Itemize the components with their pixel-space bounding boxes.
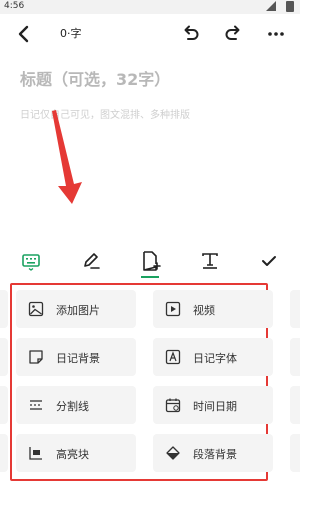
panel-edge xyxy=(290,338,300,376)
note-background-label: 日记背景 xyxy=(56,352,100,365)
pen-tool[interactable] xyxy=(78,248,104,274)
datetime-button[interactable]: 时间日期 xyxy=(153,386,273,424)
active-tab-indicator xyxy=(141,276,159,278)
undo-icon xyxy=(184,25,199,40)
divider-button[interactable]: 分割线 xyxy=(16,386,136,424)
keyboard-tool[interactable] xyxy=(18,248,44,274)
highlight-block-icon xyxy=(29,447,42,460)
signal-icon xyxy=(266,1,276,11)
font-icon xyxy=(165,349,181,365)
undo-button[interactable] xyxy=(178,22,202,46)
highlight-block-button[interactable]: 高亮块 xyxy=(16,434,136,472)
battery-icon xyxy=(286,1,294,12)
note-background-icon xyxy=(29,350,43,364)
done-button[interactable] xyxy=(256,248,282,274)
more-button[interactable] xyxy=(264,22,288,46)
calendar-icon xyxy=(165,398,181,413)
panel-edge xyxy=(0,290,8,328)
note-font-button[interactable]: 日记字体 xyxy=(153,338,273,376)
video-icon xyxy=(165,301,181,317)
check-icon xyxy=(262,256,276,266)
panel-edge xyxy=(0,386,8,424)
panel-edge xyxy=(290,434,300,472)
datetime-label: 时间日期 xyxy=(193,400,237,413)
top-bar: 0·字 xyxy=(0,14,300,54)
pen-icon xyxy=(84,253,100,269)
insert-tool[interactable] xyxy=(137,248,163,274)
paragraph-background-icon xyxy=(166,446,180,460)
paragraph-background-button[interactable]: 段落背景 xyxy=(153,434,273,472)
word-count: 0·字 xyxy=(60,27,82,40)
panel-edge xyxy=(0,338,8,376)
panel-edge xyxy=(290,386,300,424)
chevron-left-icon xyxy=(18,25,29,43)
title-input[interactable]: 标题（可选，32字） xyxy=(20,66,170,90)
note-font-label: 日记字体 xyxy=(193,352,237,365)
status-bar: 4:56 xyxy=(0,0,300,14)
annotation-arrow xyxy=(52,110,82,204)
insert-video-label: 视频 xyxy=(193,304,215,317)
back-button[interactable] xyxy=(12,22,36,46)
panel-edge xyxy=(0,434,8,472)
status-time: 4:56 xyxy=(4,1,25,11)
insert-video-button[interactable]: 视频 xyxy=(153,290,273,328)
panel-edge xyxy=(290,290,300,328)
text-format-tool[interactable] xyxy=(197,248,223,274)
divider-label: 分割线 xyxy=(56,400,89,413)
image-icon xyxy=(28,301,44,317)
insert-image-label: 添加图片 xyxy=(56,304,100,317)
divider-icon xyxy=(30,400,42,410)
paragraph-background-label: 段落背景 xyxy=(193,448,237,461)
more-dots-icon xyxy=(268,32,284,36)
note-background-button[interactable]: 日记背景 xyxy=(16,338,136,376)
editor-toolbar xyxy=(0,246,300,278)
highlight-block-label: 高亮块 xyxy=(56,448,89,461)
text-format-icon xyxy=(202,253,218,269)
insert-panel: 添加图片 视频 日记背景 日记字体 分割线 时间日期 高亮块 段落背景 xyxy=(10,283,273,481)
insert-image-button[interactable]: 添加图片 xyxy=(16,290,136,328)
redo-icon xyxy=(225,25,240,40)
keyboard-icon xyxy=(22,254,40,271)
insert-icon xyxy=(143,251,161,271)
redo-button[interactable] xyxy=(222,22,246,46)
